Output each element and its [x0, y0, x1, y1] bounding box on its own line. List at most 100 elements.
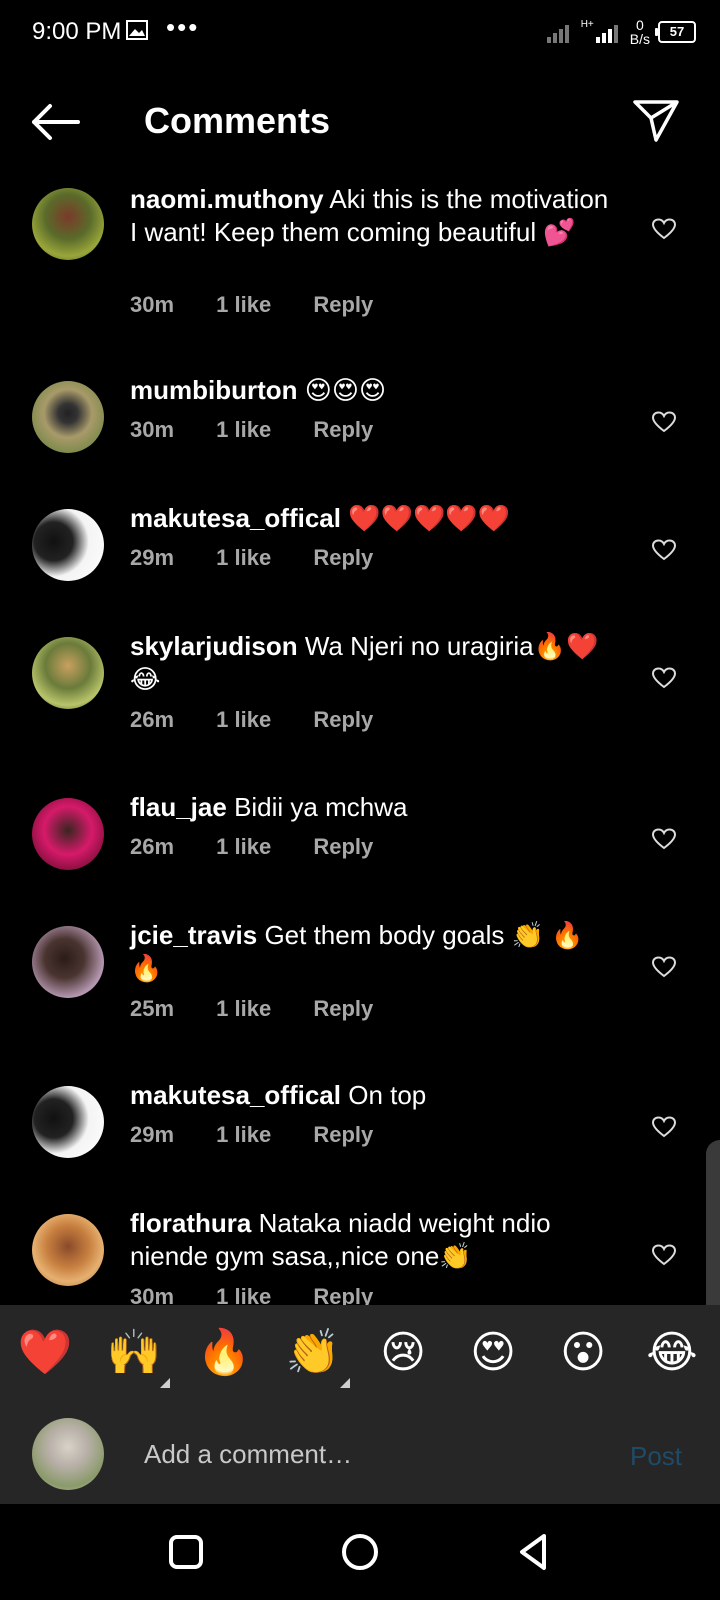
comment-username[interactable]: naomi.muthony [130, 184, 324, 214]
comment-meta: 30m 1 like Reply [130, 1284, 409, 1305]
comment-time: 30m [130, 1284, 175, 1305]
like-heart-icon[interactable] [652, 1244, 676, 1266]
reply-button[interactable]: Reply [313, 834, 373, 859]
reaction-tears-of-joy[interactable]: 😂 [644, 1327, 700, 1379]
back-arrow-icon[interactable] [30, 100, 82, 144]
network-speed-value: 0 [635, 17, 644, 33]
share-direct-icon[interactable] [632, 98, 680, 144]
avatar[interactable] [32, 1214, 104, 1286]
comment-time: 26m [130, 707, 175, 732]
comment-username[interactable]: skylarjudison [130, 631, 298, 661]
comment-time: 29m [130, 1122, 175, 1147]
comment-username[interactable]: makutesa_offical [130, 1080, 341, 1110]
status-time: 9:00 PM [32, 18, 122, 45]
comment-username[interactable]: mumbiburton [130, 375, 298, 405]
avatar[interactable] [32, 1086, 104, 1158]
skin-tone-indicator-icon [160, 1378, 170, 1388]
scrollbar-handle[interactable] [706, 1140, 720, 1320]
comment-text: naomi.muthony Aki this is the motivation… [130, 183, 610, 249]
comment-time: 26m [130, 834, 175, 859]
comment-username[interactable]: flau_jae [130, 792, 227, 822]
signal-icon-sim1 [546, 25, 569, 43]
avatar[interactable] [32, 188, 104, 260]
comment-time: 30m [130, 292, 175, 317]
comment-username[interactable]: florathura [130, 1208, 251, 1238]
comment-likes[interactable]: 1 like [216, 1122, 271, 1147]
comment-username[interactable]: jcie_travis [130, 920, 257, 950]
comment-time: 30m [130, 417, 175, 442]
current-user-avatar [32, 1418, 104, 1490]
avatar[interactable] [32, 509, 104, 581]
status-bar: 9:00 PM ••• H+ 0 B/s 57 [0, 0, 720, 66]
comment-time: 25m [130, 996, 175, 1021]
comment-input[interactable] [144, 1437, 604, 1471]
comment-meta: 26m 1 like Reply [130, 707, 409, 733]
reaction-heart[interactable]: ❤️ [17, 1327, 73, 1379]
comment-meta: 30m 1 like Reply [130, 417, 409, 443]
comment-likes[interactable]: 1 like [216, 707, 271, 732]
home-icon[interactable] [336, 1528, 384, 1576]
like-heart-icon[interactable] [652, 667, 676, 689]
comment-likes[interactable]: 1 like [216, 417, 271, 442]
comment-text: mumbiburton 😍😍😍 [130, 374, 610, 407]
reaction-heart-eyes[interactable]: 😍 [465, 1327, 521, 1379]
reaction-surprised-face[interactable]: 😮 [555, 1327, 611, 1379]
comment-text: jcie_travis Get them body goals 👏 🔥 🔥 [130, 919, 610, 985]
comment-text: makutesa_offical On top [130, 1079, 610, 1112]
network-speed-unit: B/s [629, 31, 650, 47]
comment-likes[interactable]: 1 like [216, 1284, 271, 1305]
like-heart-icon[interactable] [652, 1116, 676, 1138]
comment-meta: 29m 1 like Reply [130, 1122, 409, 1148]
system-navigation-bar [0, 1504, 720, 1600]
comment-likes[interactable]: 1 like [216, 545, 271, 570]
reply-button[interactable]: Reply [313, 996, 373, 1021]
comment-meta: 25m 1 like Reply [130, 996, 409, 1022]
comment-time: 29m [130, 545, 175, 570]
reaction-crying-face[interactable]: 😢 [375, 1327, 431, 1379]
comment-username[interactable]: makutesa_offical [130, 503, 341, 533]
reply-button[interactable]: Reply [313, 417, 373, 442]
comment-meta: 30m 1 like Reply [130, 292, 409, 318]
comment-text: flau_jae Bidii ya mchwa [130, 791, 610, 824]
comment-text: florathura Nataka niadd weight ndio nien… [130, 1207, 610, 1273]
comment-likes[interactable]: 1 like [216, 996, 271, 1021]
like-heart-icon[interactable] [652, 539, 676, 561]
like-heart-icon[interactable] [652, 411, 676, 433]
like-heart-icon[interactable] [652, 956, 676, 978]
comment-body: Bidii ya mchwa [234, 792, 408, 822]
reaction-clapping-hands[interactable]: 👏 [285, 1327, 341, 1379]
battery-icon: 57 [655, 21, 696, 43]
quick-reaction-bar: ❤️ 🙌 🔥 👏 😢 😍 😮 😂 [0, 1305, 720, 1401]
page-title: Comments [144, 100, 331, 141]
network-type: H+ [580, 18, 594, 30]
comment-body: ❤️❤️❤️❤️❤️ [348, 503, 511, 533]
comments-list[interactable]: naomi.muthony Aki this is the motivation… [0, 170, 720, 1305]
back-nav-icon[interactable] [510, 1528, 558, 1576]
reply-button[interactable]: Reply [313, 545, 373, 570]
status-icons: H+ 0 B/s 57 [546, 14, 696, 50]
like-heart-icon[interactable] [652, 218, 676, 240]
comment-meta: 26m 1 like Reply [130, 834, 409, 860]
post-button[interactable]: Post [630, 1441, 682, 1472]
reaction-fire[interactable]: 🔥 [196, 1327, 252, 1379]
avatar[interactable] [32, 926, 104, 998]
like-heart-icon[interactable] [652, 828, 676, 850]
comment-likes[interactable]: 1 like [216, 292, 271, 317]
avatar[interactable] [32, 798, 104, 870]
avatar[interactable] [32, 637, 104, 709]
reply-button[interactable]: Reply [313, 292, 373, 317]
recent-apps-icon[interactable] [162, 1528, 210, 1576]
battery-level: 57 [669, 24, 685, 39]
comment-body: On top [348, 1080, 427, 1110]
skin-tone-indicator-icon [340, 1378, 350, 1388]
comment-text: makutesa_offical ❤️❤️❤️❤️❤️ [130, 502, 610, 535]
comment-meta: 29m 1 like Reply [130, 545, 409, 571]
network-speed: 0 B/s [630, 18, 650, 46]
reply-button[interactable]: Reply [313, 1284, 373, 1305]
reaction-raised-hands[interactable]: 🙌 [106, 1327, 162, 1379]
avatar[interactable] [32, 381, 104, 453]
more-notifications-icon: ••• [166, 12, 200, 42]
comment-likes[interactable]: 1 like [216, 834, 271, 859]
reply-button[interactable]: Reply [313, 707, 373, 732]
reply-button[interactable]: Reply [313, 1122, 373, 1147]
